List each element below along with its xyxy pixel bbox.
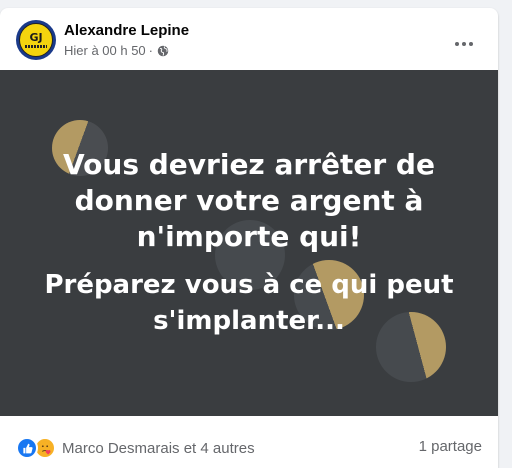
more-dot bbox=[469, 42, 473, 46]
post-text-line2: Préparez vous à ce qui peut s'implanter.… bbox=[44, 270, 454, 336]
avatar[interactable]: GJ bbox=[16, 20, 56, 60]
post-background: Vous devriez arrêter de donner votre arg… bbox=[0, 70, 498, 416]
more-options-button[interactable] bbox=[446, 26, 482, 62]
author-name[interactable]: Alexandre Lepine bbox=[64, 22, 189, 39]
post-meta: Hier à 00 h 50 · bbox=[64, 43, 169, 58]
avatar-logo: GJ bbox=[19, 23, 53, 57]
globe-icon[interactable] bbox=[157, 45, 169, 57]
like-icon bbox=[16, 437, 38, 459]
avatar-logo-text: GJ bbox=[29, 31, 43, 44]
meta-separator: · bbox=[148, 43, 154, 58]
post-text: Vous devriez arrêter de donner votre arg… bbox=[0, 70, 498, 416]
reactions-summary[interactable]: Marco Desmarais et 4 autres bbox=[16, 437, 255, 459]
post-card: GJ Alexandre Lepine Hier à 00 h 50 · Vou… bbox=[0, 8, 498, 468]
reactions-text: Marco Desmarais et 4 autres bbox=[62, 439, 255, 457]
post-text-line1: Vous devriez arrêter de donner votre arg… bbox=[63, 148, 435, 253]
more-dot bbox=[462, 42, 466, 46]
avatar-logo-stripes bbox=[25, 45, 47, 48]
more-dot bbox=[455, 42, 459, 46]
post-timestamp[interactable]: Hier à 00 h 50 bbox=[64, 43, 146, 58]
post-header: GJ Alexandre Lepine Hier à 00 h 50 · bbox=[0, 8, 498, 70]
shares-count[interactable]: 1 partage bbox=[419, 438, 482, 455]
post-footer: Marco Desmarais et 4 autres 1 partage bbox=[0, 416, 498, 468]
